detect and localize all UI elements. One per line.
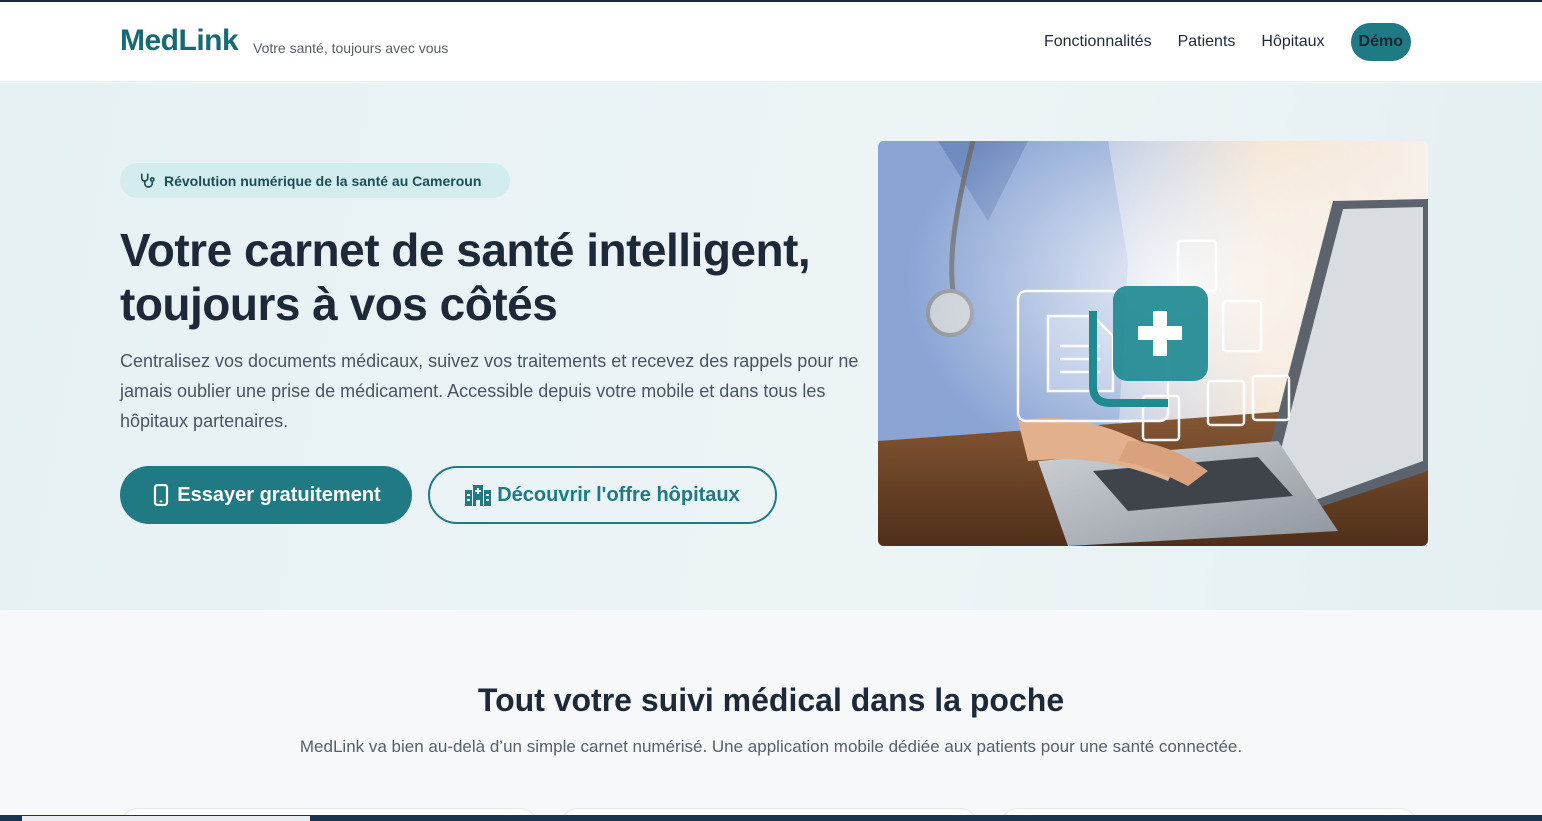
features-section: Tout votre suivi médical dans la poche M… — [0, 610, 1542, 821]
demo-button[interactable]: Démo — [1350, 23, 1411, 61]
hero-badge: Révolution numérique de la santé au Came… — [120, 163, 510, 198]
hero-title-line2: toujours à vos côtés — [120, 278, 558, 330]
brand-logo[interactable]: MedLink — [120, 24, 239, 58]
hospital-offer-label: Découvrir l'offre hôpitaux — [497, 483, 740, 506]
try-free-button[interactable]: Essayer gratuitement — [120, 466, 412, 524]
hospital-offer-button[interactable]: Découvrir l'offre hôpitaux — [428, 466, 777, 524]
medical-records-laptop-image — [878, 141, 1428, 546]
hero-section: Révolution numérique de la santé au Came… — [0, 83, 1542, 610]
stethoscope-icon — [140, 172, 155, 188]
mobile-phone-icon — [154, 484, 169, 506]
hero-title: Votre carnet de santé intelligent, toujo… — [120, 223, 880, 331]
hero-description: Centralisez vos documents médicaux, suiv… — [120, 351, 859, 431]
brand-tagline: Votre santé, toujours avec vous — [253, 40, 449, 56]
site-header: MedLink Votre santé, toujours avec vous … — [0, 2, 1542, 82]
bottom-scroll-indicator — [22, 816, 310, 821]
features-subtitle: MedLink va bien au-delà d’un simple carn… — [299, 737, 1243, 756]
features-title: Tout votre suivi médical dans la poche — [477, 682, 1065, 718]
hospital-icon — [465, 485, 492, 506]
nav-link-hopitaux[interactable]: Hôpitaux — [1261, 33, 1324, 51]
nav-link-patients[interactable]: Patients — [1178, 33, 1236, 51]
hero-title-line1: Votre carnet de santé intelligent, — [120, 224, 811, 276]
try-free-label: Essayer gratuitement — [177, 483, 381, 506]
hero-image — [878, 141, 1428, 546]
hero-badge-text: Révolution numérique de la santé au Came… — [164, 172, 482, 189]
main-nav: Fonctionnalités Patients Hôpitaux Démo — [1044, 23, 1411, 61]
nav-link-fonctionnalites[interactable]: Fonctionnalités — [1044, 33, 1152, 51]
